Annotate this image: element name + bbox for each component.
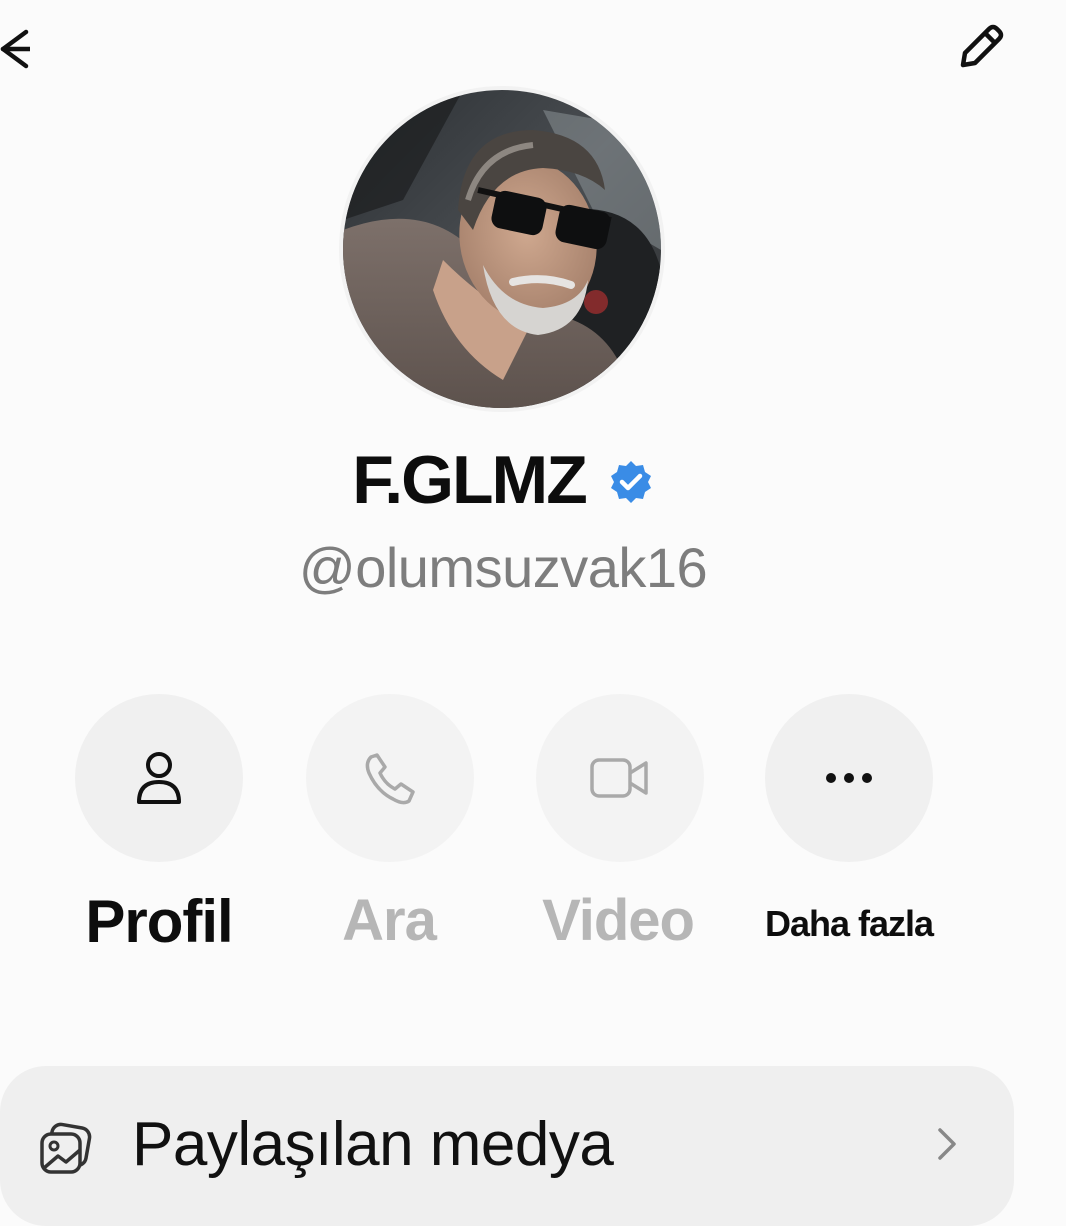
shared-media-card: Paylaşılan medya: [0, 1066, 1014, 1226]
more-action-circle[interactable]: [765, 694, 933, 862]
back-button[interactable]: [0, 20, 40, 76]
person-icon: [137, 752, 181, 804]
call-action-circle[interactable]: [306, 694, 474, 862]
call-action-label: Ara: [342, 888, 437, 953]
shared-media-icon: [40, 1122, 92, 1174]
video-action[interactable]: Video: [488, 694, 748, 974]
phone-icon: [365, 753, 415, 805]
shared-media-label: Paylaşılan medya: [132, 1110, 614, 1179]
verified-badge-icon: [610, 461, 651, 503]
profile-action-circle[interactable]: [75, 694, 243, 862]
more-action[interactable]: Daha fazla: [719, 694, 979, 974]
avatar-photo: [343, 90, 661, 408]
back-arrow-icon: [0, 29, 30, 69]
profile-action[interactable]: Profil: [29, 694, 289, 974]
profile-action-label: Profil: [85, 888, 233, 955]
profile-name: F.GLMZ: [352, 442, 588, 518]
profile-name-row: F.GLMZ: [0, 430, 1006, 530]
video-camera-icon: [590, 758, 648, 798]
more-action-label: Daha fazla: [764, 903, 934, 944]
action-buttons: Profil Ara Video Daha fazla: [0, 694, 1066, 974]
pencil-icon: [960, 24, 1004, 68]
edit-button[interactable]: [946, 12, 1016, 82]
profile-avatar[interactable]: [343, 90, 661, 408]
call-action[interactable]: Ara: [259, 694, 519, 974]
chevron-right-icon: [938, 1128, 956, 1160]
more-dots-icon: [826, 773, 872, 783]
shared-media-item[interactable]: Paylaşılan medya: [0, 1096, 1014, 1196]
profile-handle: @olumsuzvak16: [298, 536, 708, 599]
video-action-circle[interactable]: [536, 694, 704, 862]
video-action-label: Video: [542, 888, 695, 953]
